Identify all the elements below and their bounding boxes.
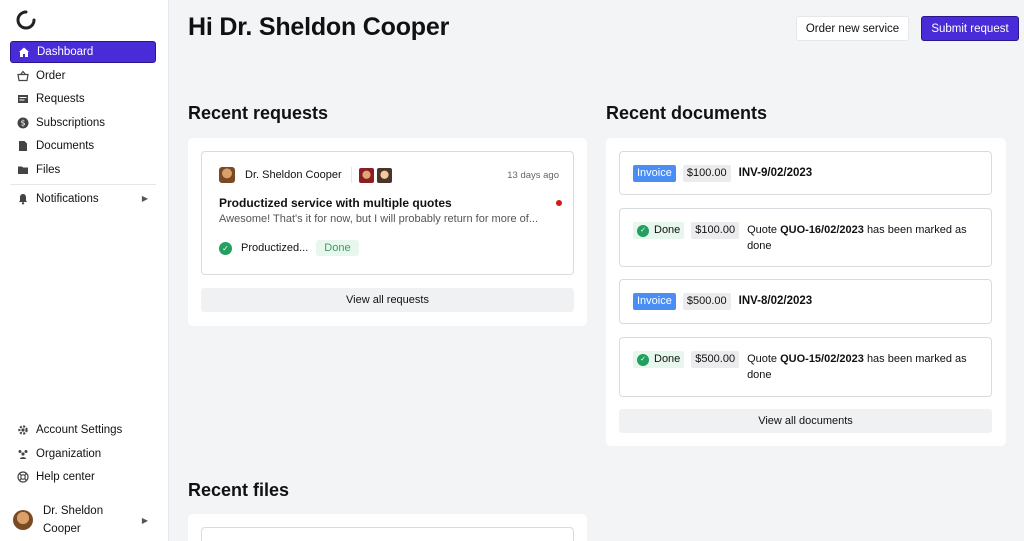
request-item[interactable]: Dr. Sheldon Cooper 13 days ago Productiz… <box>201 151 574 275</box>
invoice-badge: Invoice <box>633 165 676 182</box>
submit-request-button[interactable]: Submit request <box>921 16 1019 41</box>
sidebar-item-documents[interactable]: Documents <box>10 135 156 157</box>
sidebar-item-label: Requests <box>36 93 85 105</box>
page-title: Hi Dr. Sheldon Cooper <box>188 13 450 41</box>
recent-requests-title: Recent requests <box>188 103 329 123</box>
document-content: ✓ Done $100.00 Quote QUO-16/02/2023 has … <box>633 222 987 254</box>
profile-menu[interactable]: Dr. Sheldon Cooper ▶ <box>10 502 156 538</box>
sidebar-item-label: Account Settings <box>36 424 123 436</box>
sidebar-item-subscriptions[interactable]: $ Subscriptions <box>10 112 156 134</box>
home-icon <box>18 46 30 58</box>
view-all-requests-button[interactable]: View all requests <box>201 288 574 312</box>
document-item[interactable]: ✓ Done $100.00 Quote QUO-16/02/2023 has … <box>619 208 992 267</box>
secondary-nav: Account Settings Organization Help cente… <box>10 419 156 490</box>
chevron-right-icon: ▶ <box>141 515 148 525</box>
sidebar-item-label: Organization <box>36 447 102 460</box>
document-item[interactable]: ✓ Done $500.00 Quote QUO-15/02/2023 has … <box>619 337 992 397</box>
unread-indicator <box>556 200 562 206</box>
sidebar-item-label: Subscriptions <box>36 116 106 129</box>
sidebar-item-dashboard[interactable]: Dashboard <box>10 41 156 63</box>
sidebar-item-files[interactable]: Files <box>10 159 156 181</box>
nav-divider <box>10 183 156 185</box>
amount-badge: $100.00 <box>682 165 731 182</box>
request-title: Productized service with multiple quotes <box>219 196 452 210</box>
document-description: Quote QUO-16/02/2023 has been marked as … <box>747 222 987 254</box>
chevron-right-icon: ▶ <box>141 194 148 203</box>
sidebar-item-order[interactable]: Order <box>10 65 156 87</box>
profile-name: Dr. Sheldon Cooper <box>43 505 104 535</box>
amount-badge: $500.00 <box>682 293 731 310</box>
participant-avatar <box>375 166 393 184</box>
sidebar-item-label: Help center <box>36 471 95 483</box>
recent-files-card <box>188 514 587 541</box>
document-number: INV-9/02/2023 <box>738 167 813 179</box>
document-item[interactable]: Invoice $100.00 INV-9/02/2023 <box>619 151 992 195</box>
bell-icon <box>17 193 29 205</box>
check-circle-icon: ✓ <box>637 224 649 237</box>
recent-documents-card: Invoice $100.00 INV-9/02/2023 ✓ Done $10… <box>606 138 1006 446</box>
status-badge: Done <box>316 240 359 256</box>
sidebar-item-help-center[interactable]: Help center <box>10 466 156 488</box>
sidebar-item-requests[interactable]: Requests <box>10 88 156 110</box>
request-header: Dr. Sheldon Cooper 13 days ago <box>219 166 559 184</box>
recent-files-title: Recent files <box>188 480 290 500</box>
sidebar-item-account-settings[interactable]: Account Settings <box>10 419 156 441</box>
service-name: Productized... <box>241 242 309 254</box>
request-author: Dr. Sheldon Cooper <box>245 169 342 181</box>
view-all-documents-button[interactable]: View all documents <box>619 409 992 433</box>
check-circle-icon: ✓ <box>637 353 649 366</box>
lifebuoy-icon <box>17 471 29 483</box>
requests-icon <box>17 93 29 105</box>
quote-prefix: Quote <box>747 353 778 365</box>
document-content: Invoice $100.00 INV-9/02/2023 <box>633 165 812 182</box>
svg-text:$: $ <box>20 118 25 127</box>
request-time: 13 days ago <box>507 169 559 181</box>
main-nav: Dashboard Order Requests $ Subscriptions… <box>10 41 156 211</box>
app-logo-icon[interactable] <box>15 9 37 31</box>
quote-prefix: Quote <box>747 224 778 236</box>
order-new-service-button[interactable]: Order new service <box>796 16 909 41</box>
avatar <box>13 510 33 530</box>
done-label: Done <box>654 224 681 236</box>
file-item[interactable] <box>201 527 574 541</box>
basket-icon <box>17 70 29 82</box>
people-icon <box>17 448 29 460</box>
gear-icon <box>17 424 29 436</box>
document-number: QUO-15/02/2023 <box>780 353 864 365</box>
sidebar: Dashboard Order Requests $ Subscriptions… <box>0 0 169 541</box>
document-number: QUO-16/02/2023 <box>780 224 864 236</box>
done-label: Done <box>654 353 681 365</box>
participants-avatars <box>357 166 394 184</box>
document-icon <box>17 140 29 152</box>
request-meta: ✓ Productized... Done <box>219 240 359 256</box>
invoice-badge: Invoice <box>633 293 676 310</box>
document-content: ✓ Done $500.00 Quote QUO-15/02/2023 has … <box>633 351 972 383</box>
author-avatar <box>219 167 235 183</box>
sidebar-item-label: Notifications <box>36 192 99 205</box>
amount-badge: $500.00 <box>691 351 740 368</box>
sidebar-item-label: Order <box>36 69 66 82</box>
document-description: Quote QUO-15/02/2023 has been marked as … <box>747 351 972 383</box>
document-item[interactable]: Invoice $500.00 INV-8/02/2023 <box>619 279 992 324</box>
sidebar-item-label: Files <box>36 163 61 176</box>
recent-requests-card: Dr. Sheldon Cooper 13 days ago Productiz… <box>188 138 587 326</box>
recent-documents-title: Recent documents <box>606 103 768 123</box>
folder-icon <box>17 164 29 176</box>
dollar-icon: $ <box>17 117 29 129</box>
done-badge: ✓ Done <box>633 351 685 368</box>
participant-avatar <box>357 166 375 184</box>
sidebar-item-label: Documents <box>36 140 95 152</box>
divider <box>350 167 352 183</box>
sidebar-item-organization[interactable]: Organization <box>10 443 156 465</box>
check-circle-icon: ✓ <box>219 241 232 255</box>
sidebar-item-notifications[interactable]: Notifications ▶ <box>10 188 156 210</box>
sidebar-item-label: Dashboard <box>37 46 94 58</box>
document-content: Invoice $500.00 INV-8/02/2023 <box>633 293 812 310</box>
document-number: INV-8/02/2023 <box>738 295 813 307</box>
amount-badge: $100.00 <box>691 222 740 239</box>
request-snippet: Awesome! That's it for now, but I will p… <box>219 213 538 225</box>
done-badge: ✓ Done <box>633 222 685 239</box>
